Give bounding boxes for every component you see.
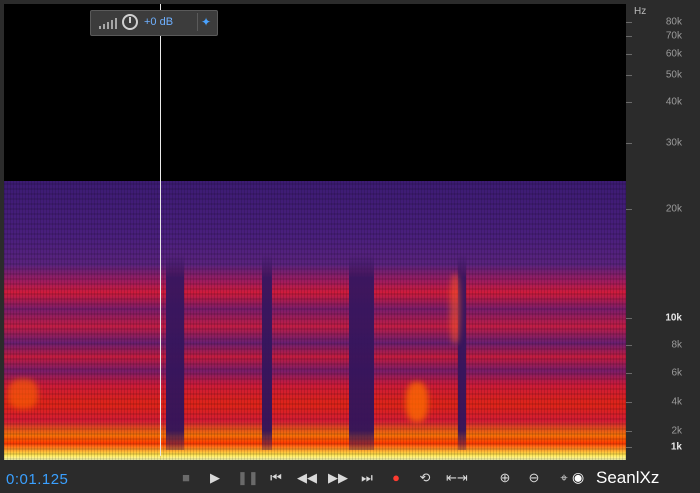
skip-end-button[interactable]: ⏭ <box>358 469 376 487</box>
knob-icon[interactable] <box>122 14 138 30</box>
pause-button[interactable]: ❚❚ <box>237 469 259 487</box>
frequency-tick-20k: 20k <box>665 203 682 215</box>
frequency-tick-mark <box>626 209 632 210</box>
playhead-cursor[interactable] <box>160 4 161 456</box>
record-button[interactable]: ● <box>387 469 405 487</box>
gain-widget[interactable]: +0 dB ✦ <box>90 10 218 36</box>
zoom-out-time-button[interactable]: ⊖ <box>525 469 543 487</box>
fast-forward-button[interactable]: ▶▶ <box>328 469 348 487</box>
frequency-tick-mark <box>626 143 632 144</box>
frequency-tick-6k: 6k <box>671 367 682 379</box>
frequency-tick-mark <box>626 36 632 37</box>
transport-bar: 0:01.125 ■ ▶ ❚❚ ⏮ ◀◀ ▶▶ ⏭ ● ⟲ ⇤⇥ ⊕ ⊖ ⌖ ◉ SeanlXz <box>0 460 700 493</box>
zoom-in-time-button[interactable]: ⊕ <box>496 469 514 487</box>
skip-selection-button[interactable]: ⇤⇥ <box>446 469 468 487</box>
silence-gap <box>166 254 184 450</box>
spectrogram-texture-horizontal <box>4 181 626 460</box>
time-display[interactable]: 0:01.125 <box>6 471 68 488</box>
play-button[interactable]: ▶ <box>206 469 224 487</box>
rewind-button[interactable]: ◀◀ <box>297 469 317 487</box>
silence-gap <box>262 254 272 450</box>
skip-start-button[interactable]: ⏮ <box>267 469 285 487</box>
frequency-tick-mark <box>626 75 632 76</box>
frequency-tick-mark <box>626 402 632 403</box>
frequency-tick-mark <box>626 22 632 23</box>
pin-icon[interactable]: ✦ <box>197 13 214 31</box>
energy-hotspot <box>450 274 460 344</box>
silence-gap <box>349 254 374 450</box>
frequency-tick-60k: 60k <box>665 48 682 60</box>
energy-hotspot <box>406 382 428 422</box>
silence-gap <box>458 254 466 450</box>
frequency-tick-4k: 4k <box>671 396 682 408</box>
frequency-tick-mark <box>626 54 632 55</box>
watermark: SeanlXz <box>596 468 660 487</box>
zoom-selection-button[interactable]: ⌖ <box>555 469 573 487</box>
stop-button[interactable]: ■ <box>177 469 195 487</box>
frequency-tick-mark <box>626 318 632 319</box>
signal-bars-icon <box>99 17 117 29</box>
loop-button[interactable]: ⟲ <box>416 469 434 487</box>
energy-hotspot <box>8 379 38 409</box>
frequency-tick-70k: 70k <box>665 30 682 42</box>
weibo-icon: ◉ <box>572 469 585 485</box>
gain-value: +0 dB <box>144 16 174 28</box>
frequency-tick-mark <box>626 431 632 432</box>
frequency-unit-label: Hz <box>634 6 647 17</box>
frequency-tick-mark <box>626 345 632 346</box>
frequency-tick-10k: 10k <box>665 312 682 324</box>
frequency-tick-50k: 50k <box>665 69 682 81</box>
frequency-tick-8k: 8k <box>671 339 682 351</box>
frequency-ruler: Hz 80k 70k 60k 50k 40k 30k 20k 10k 8k 6k 4k 2k 1k <box>626 0 700 460</box>
audio-editor: +0 dB ✦ Hz 80k 70k 60k 50k 40k 30k 20k 10k 8k 6k 4… <box>0 0 700 493</box>
spectrogram-display[interactable] <box>4 4 626 460</box>
frequency-tick-1k: 1k <box>670 441 682 453</box>
frequency-tick-mark <box>626 447 632 448</box>
frequency-tick-30k: 30k <box>665 137 682 149</box>
frequency-tick-mark <box>626 373 632 374</box>
frequency-tick-mark <box>626 102 632 103</box>
frequency-tick-2k: 2k <box>671 425 682 437</box>
frequency-tick-80k: 80k <box>665 16 682 28</box>
frequency-tick-40k: 40k <box>665 96 682 108</box>
